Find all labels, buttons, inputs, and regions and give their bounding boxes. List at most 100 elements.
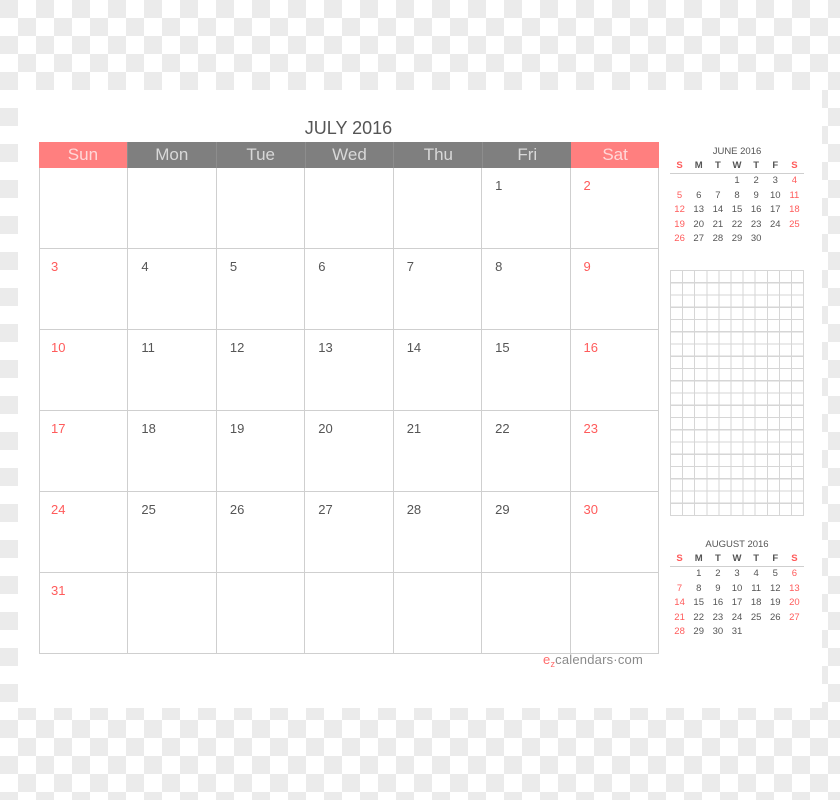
day-cell-23[interactable]: 23 bbox=[571, 411, 659, 491]
mini-day: 4 bbox=[791, 175, 798, 186]
mini-day: 15 bbox=[693, 597, 704, 608]
mini-day bbox=[689, 174, 708, 189]
day-cell-18[interactable]: 18 bbox=[128, 411, 217, 491]
mini-day: 3 bbox=[734, 568, 740, 579]
mini-day: 16 bbox=[712, 597, 724, 608]
day-cell-14[interactable]: 14 bbox=[394, 330, 483, 410]
weekday-fri: Fri bbox=[482, 142, 572, 168]
mini-day: 28 bbox=[712, 233, 724, 244]
day-cell-empty[interactable] bbox=[482, 573, 571, 653]
mini-day: 18 bbox=[750, 597, 762, 608]
day-cell-21[interactable]: 21 bbox=[394, 411, 483, 491]
day-number: 21 bbox=[406, 421, 422, 436]
day-number: 3 bbox=[51, 259, 59, 274]
mini-day: 22 bbox=[731, 218, 743, 230]
day-cell-7[interactable]: 7 bbox=[394, 249, 483, 329]
day-cell-6[interactable]: 6 bbox=[305, 249, 394, 329]
mini-week-row: 5 6 7 8 9 10 11 bbox=[670, 189, 804, 204]
mini-week-row: 1 2 3 4 bbox=[670, 174, 804, 189]
mini-day: 2 bbox=[715, 568, 721, 579]
mini-day: 6 bbox=[791, 568, 798, 579]
day-number: 18 bbox=[141, 421, 156, 436]
day-cell-30[interactable]: 30 bbox=[571, 492, 659, 572]
mini-day: 11 bbox=[789, 189, 800, 201]
day-cell-27[interactable]: 27 bbox=[305, 492, 394, 572]
day-number: 25 bbox=[141, 502, 156, 517]
day-cell-empty[interactable] bbox=[571, 573, 659, 653]
day-cell-20[interactable]: 20 bbox=[305, 411, 394, 491]
weekday-wed: Wed bbox=[304, 142, 394, 168]
mini-day: 25 bbox=[750, 611, 762, 623]
day-cell-26[interactable]: 26 bbox=[217, 492, 306, 572]
mini-day: 10 bbox=[731, 582, 743, 594]
day-cell-empty[interactable] bbox=[394, 168, 483, 248]
mini-day: 19 bbox=[674, 218, 685, 230]
day-number: 28 bbox=[406, 502, 422, 517]
day-cell-16[interactable]: 16 bbox=[571, 330, 659, 410]
mini-weekday-label: T bbox=[753, 553, 760, 564]
mini-day: 21 bbox=[712, 218, 724, 230]
day-cell-25[interactable]: 25 bbox=[128, 492, 217, 572]
mini-day: 26 bbox=[674, 233, 685, 244]
mini-weekday-label: S bbox=[676, 553, 683, 564]
mini-day: 27 bbox=[789, 611, 800, 623]
mini-day: 12 bbox=[769, 582, 781, 594]
mini-week-row: 12 13 14 15 16 17 18 bbox=[670, 203, 804, 218]
weekday-sun: Sun bbox=[39, 142, 127, 168]
day-cell-empty[interactable] bbox=[40, 168, 129, 248]
mini-day bbox=[766, 232, 785, 247]
day-number: 1 bbox=[495, 178, 503, 193]
day-cell-28[interactable]: 28 bbox=[394, 492, 483, 572]
day-cell-1[interactable]: 1 bbox=[482, 168, 571, 248]
day-cell-29[interactable]: 29 bbox=[482, 492, 571, 572]
mini-day: 23 bbox=[750, 218, 762, 230]
day-cell-9[interactable]: 9 bbox=[571, 249, 659, 329]
day-cell-empty[interactable] bbox=[128, 168, 217, 248]
day-number: 12 bbox=[229, 340, 245, 355]
mini-day: 2 bbox=[753, 175, 759, 186]
mini-week-row: 14 15 16 17 18 19 20 bbox=[670, 596, 804, 611]
day-cell-empty[interactable] bbox=[128, 573, 217, 653]
day-cell-12[interactable]: 12 bbox=[217, 330, 306, 410]
day-cell-5[interactable]: 5 bbox=[217, 249, 306, 329]
mini-weekday-header: SMTWTFS bbox=[670, 552, 804, 567]
day-cell-3[interactable]: 3 bbox=[40, 249, 129, 329]
month-calendar: Sun Mon Tue Wed Thu Fri Sat 1 2 3 4 5 6 7 8 9 10 11 12 13 1… bbox=[39, 142, 660, 654]
day-cell-empty[interactable] bbox=[217, 573, 306, 653]
weekday-mon: Mon bbox=[126, 142, 216, 168]
day-cell-8[interactable]: 8 bbox=[482, 249, 571, 329]
day-number: 11 bbox=[141, 340, 155, 355]
day-cell-24[interactable]: 24 bbox=[40, 492, 129, 572]
day-cell-19[interactable]: 19 bbox=[217, 411, 306, 491]
day-number: 7 bbox=[406, 259, 414, 274]
day-cell-15[interactable]: 15 bbox=[482, 330, 571, 410]
mini-day: 1 bbox=[696, 568, 702, 579]
day-number: 26 bbox=[229, 502, 245, 517]
mini-day: 4 bbox=[753, 568, 759, 579]
mini-day: 24 bbox=[769, 218, 781, 230]
brand-logo[interactable]: ezcalendars·com bbox=[543, 652, 643, 669]
day-cell-31[interactable]: 31 bbox=[40, 573, 129, 653]
mini-day: 22 bbox=[693, 611, 704, 623]
day-cell-17[interactable]: 17 bbox=[40, 411, 129, 491]
day-cell-empty[interactable] bbox=[305, 168, 394, 248]
brand-z: z bbox=[550, 659, 556, 669]
day-cell-13[interactable]: 13 bbox=[305, 330, 394, 410]
day-cell-empty[interactable] bbox=[217, 168, 306, 248]
day-cell-10[interactable]: 10 bbox=[40, 330, 129, 410]
mini-weekday-label: T bbox=[714, 160, 721, 171]
mini-day: 20 bbox=[693, 218, 704, 230]
day-cell-2[interactable]: 2 bbox=[571, 168, 659, 248]
day-grid: 1 2 3 4 5 6 7 8 9 10 11 12 13 14 15 16 17 18 19 20 21 22 23 24 2… bbox=[39, 168, 659, 654]
day-cell-empty[interactable] bbox=[305, 573, 394, 653]
mini-day: 8 bbox=[696, 582, 702, 594]
mini-day: 24 bbox=[731, 611, 743, 623]
mini-weekday-label: W bbox=[732, 160, 742, 171]
mini-day: 20 bbox=[789, 597, 800, 608]
mini-calendar-title: AUGUST 2016 bbox=[705, 539, 769, 550]
mini-day: 15 bbox=[731, 204, 743, 215]
day-cell-22[interactable]: 22 bbox=[482, 411, 571, 491]
day-cell-4[interactable]: 4 bbox=[128, 249, 217, 329]
day-cell-11[interactable]: 11 bbox=[128, 330, 217, 410]
day-cell-empty[interactable] bbox=[394, 573, 483, 653]
